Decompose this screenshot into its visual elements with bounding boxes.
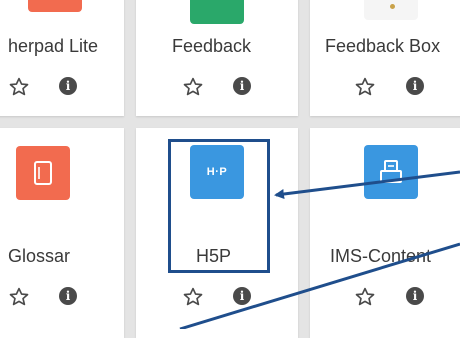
annotation-arrow (274, 170, 460, 199)
annotation-line (179, 242, 460, 329)
annotation-arrows (179, 170, 460, 329)
